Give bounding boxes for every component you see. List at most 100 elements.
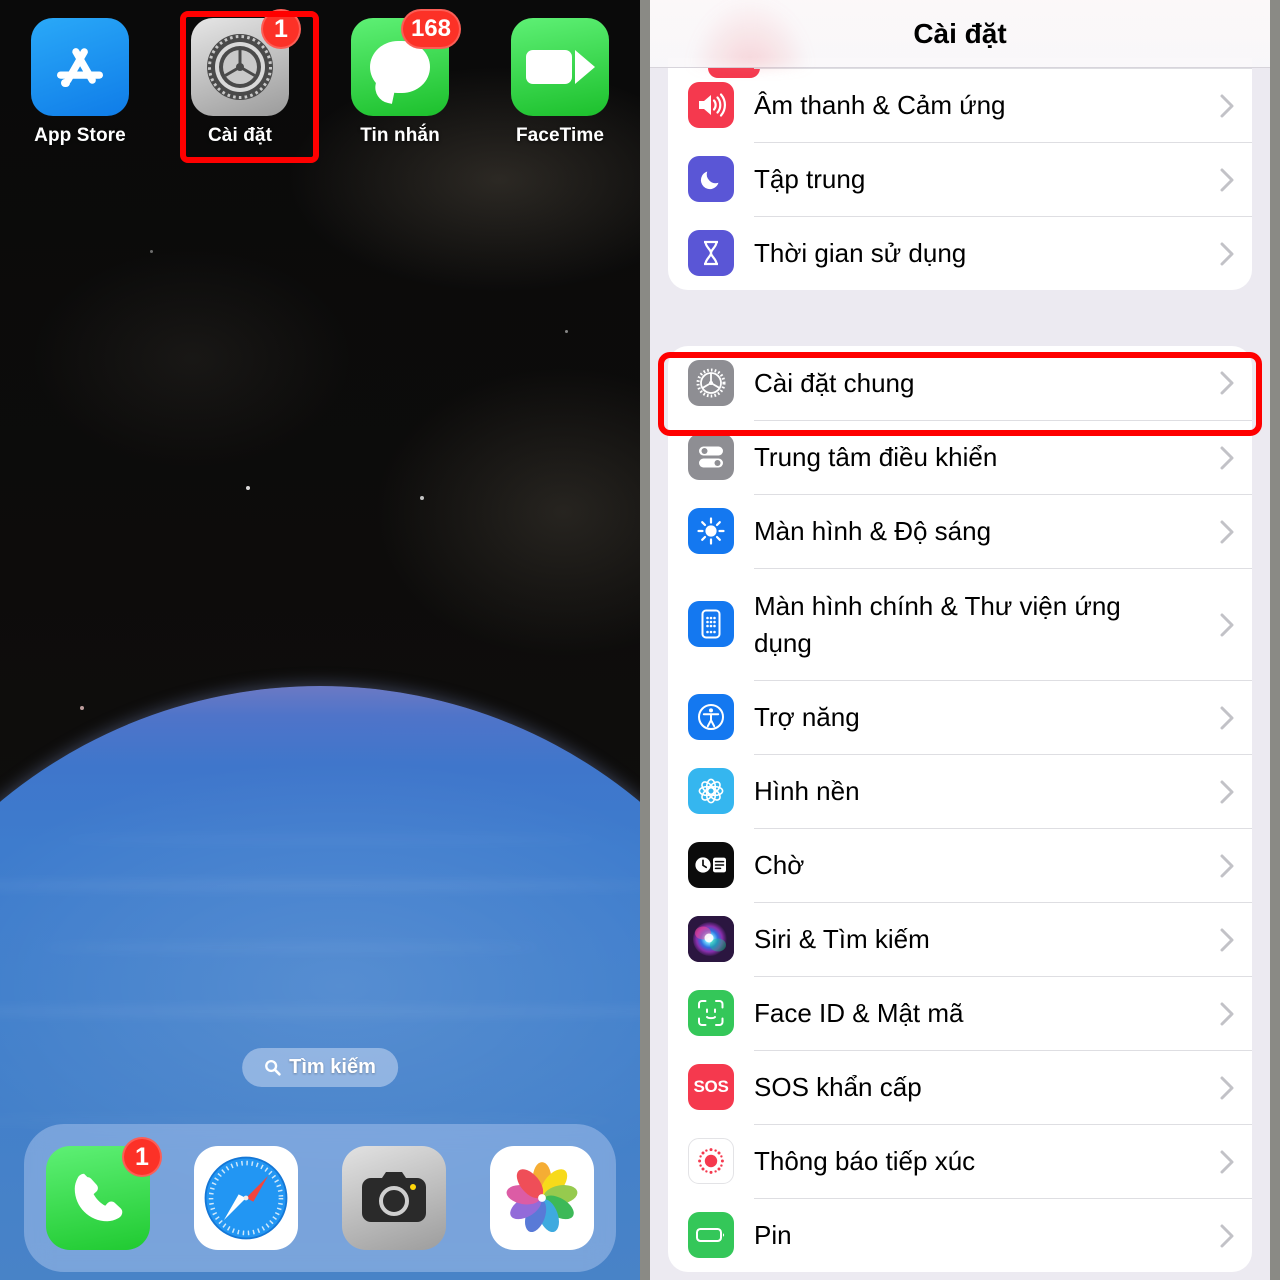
home-app-app-store[interactable]: App Store	[0, 18, 160, 147]
accessibility-icon	[688, 694, 734, 740]
app-store-icon	[31, 18, 129, 116]
settings-row-label: Âm thanh & Cảm ứng	[754, 90, 1006, 121]
chevron-right-icon	[1220, 520, 1234, 544]
home-screen-icon	[688, 601, 734, 647]
chevron-right-icon	[1220, 94, 1234, 118]
screenshot-root: App Store 1 Cài đặt 168 Tin nhắn FaceTim…	[0, 0, 1280, 1280]
focus-moon-icon	[688, 156, 734, 202]
facetime-icon	[511, 18, 609, 116]
settings-scroll-area[interactable]: Âm thanh & Cảm ứng Tập trung Thời gian s…	[650, 58, 1270, 1280]
settings-row-label: Thông báo tiếp xúc	[754, 1146, 976, 1177]
settings-row-label: Thời gian sử dụng	[754, 238, 967, 269]
chevron-right-icon	[1220, 446, 1234, 470]
settings-row-label: Hình nền	[754, 776, 860, 807]
home-app-label: App Store	[34, 125, 126, 146]
wallpaper-flower-icon	[688, 768, 734, 814]
messages-badge-count: 168	[400, 9, 461, 49]
chevron-right-icon	[1220, 242, 1234, 266]
home-app-label: Tin nhắn	[360, 125, 440, 146]
settings-row-label: Chờ	[754, 850, 805, 881]
settings-row-standby[interactable]: Chờ	[668, 828, 1252, 902]
camera-icon	[342, 1146, 446, 1250]
settings-group-general: Cài đặt chung Trung tâm điều khiển Màn h…	[668, 346, 1252, 1272]
settings-row-label: Tập trung	[754, 164, 866, 195]
settings-group-notifications: Âm thanh & Cảm ứng Tập trung Thời gian s…	[668, 58, 1252, 290]
dock-app-camera[interactable]	[342, 1146, 446, 1250]
chevron-right-icon	[1220, 1224, 1234, 1248]
screen-time-hourglass-icon	[688, 230, 734, 276]
display-brightness-icon	[688, 508, 734, 554]
home-search-label: Tìm kiếm	[289, 1056, 376, 1078]
settings-row-face-id-passcode[interactable]: Face ID & Mật mã	[668, 976, 1252, 1050]
battery-icon	[688, 1212, 734, 1258]
settings-row-emergency-sos[interactable]: SOS SOS khẩn cấp	[668, 1050, 1252, 1124]
chevron-right-icon	[1220, 928, 1234, 952]
sound-haptics-icon	[688, 82, 734, 128]
page-title: Cài đặt	[913, 17, 1007, 49]
settings-row-general[interactable]: Cài đặt chung	[668, 346, 1252, 420]
settings-row-label: Trung tâm điều khiển	[754, 442, 998, 473]
chevron-right-icon	[1220, 613, 1234, 637]
dock-app-photos[interactable]	[490, 1146, 594, 1250]
chevron-right-icon	[1220, 371, 1234, 395]
home-search-button[interactable]: Tìm kiếm	[242, 1048, 398, 1087]
chevron-right-icon	[1220, 1076, 1234, 1100]
search-icon	[265, 1059, 281, 1076]
chevron-right-icon	[1220, 1150, 1234, 1174]
iphone-home-screen: App Store 1 Cài đặt 168 Tin nhắn FaceTim…	[0, 0, 640, 1280]
face-id-icon	[688, 990, 734, 1036]
chevron-right-icon	[1220, 1002, 1234, 1026]
star	[80, 706, 84, 710]
settings-row-screen-time[interactable]: Thời gian sử dụng	[668, 216, 1252, 290]
settings-row-label: Màn hình & Độ sáng	[754, 516, 992, 547]
photos-icon	[490, 1146, 594, 1250]
settings-navigation-bar: Cài đặt	[650, 0, 1270, 68]
settings-row-focus[interactable]: Tập trung	[668, 142, 1252, 216]
panel-divider	[640, 0, 650, 1280]
settings-row-label: Face ID & Mật mã	[754, 998, 964, 1029]
settings-row-label: SOS khẩn cấp	[754, 1072, 922, 1103]
control-center-icon	[688, 434, 734, 480]
settings-row-accessibility[interactable]: Trợ năng	[668, 680, 1252, 754]
settings-row-label: Cài đặt chung	[754, 367, 915, 398]
settings-row-wallpaper[interactable]: Hình nền	[668, 754, 1252, 828]
home-app-label: FaceTime	[515, 125, 605, 146]
siri-icon	[688, 916, 734, 962]
settings-row-sound-haptics[interactable]: Âm thanh & Cảm ứng	[668, 68, 1252, 142]
settings-row-siri-search[interactable]: Siri & Tìm kiếm	[668, 902, 1252, 976]
chevron-right-icon	[1220, 706, 1234, 730]
home-app-settings[interactable]: 1 Cài đặt	[160, 9, 320, 147]
settings-row-control-center[interactable]: Trung tâm điều khiển	[668, 420, 1252, 494]
dock-app-safari[interactable]	[194, 1146, 298, 1250]
settings-row-label: Pin	[754, 1220, 792, 1251]
star	[246, 486, 250, 490]
star	[565, 330, 568, 333]
settings-badge-count: 1	[261, 9, 301, 49]
settings-row-label: Trợ năng	[754, 702, 860, 733]
settings-row-battery[interactable]: Pin	[668, 1198, 1252, 1272]
emergency-sos-icon: SOS	[688, 1064, 734, 1110]
general-gear-icon	[688, 360, 734, 406]
home-app-grid: App Store 1 Cài đặt 168 Tin nhắn FaceTim…	[0, 9, 640, 147]
settings-app-screen: Cài đặt Âm thanh & Cảm ứng Tập trung Thờ…	[650, 0, 1280, 1280]
settings-row-label: Siri & Tìm kiếm	[754, 924, 930, 955]
star	[420, 496, 424, 500]
chevron-right-icon	[1220, 168, 1234, 192]
chevron-right-icon	[1220, 780, 1234, 804]
safari-compass-icon	[194, 1146, 298, 1250]
chevron-right-icon	[1220, 854, 1234, 878]
home-dock: 1	[24, 1124, 616, 1272]
star	[150, 250, 153, 253]
settings-row-display-brightness[interactable]: Màn hình & Độ sáng	[668, 494, 1252, 568]
home-app-messages[interactable]: 168 Tin nhắn	[320, 9, 480, 147]
dock-app-phone[interactable]: 1	[46, 1137, 162, 1250]
exposure-notification-icon	[688, 1138, 734, 1184]
standby-icon	[688, 842, 734, 888]
settings-row-label: Màn hình chính & Thư viện ứng dụng	[754, 590, 1121, 658]
home-app-label: Cài đặt	[207, 125, 273, 146]
phone-badge-count: 1	[122, 1137, 162, 1177]
settings-row-home-screen[interactable]: Màn hình chính & Thư viện ứng dụng	[668, 568, 1252, 680]
home-app-facetime[interactable]: FaceTime	[480, 18, 640, 147]
settings-row-exposure-notifications[interactable]: Thông báo tiếp xúc	[668, 1124, 1252, 1198]
